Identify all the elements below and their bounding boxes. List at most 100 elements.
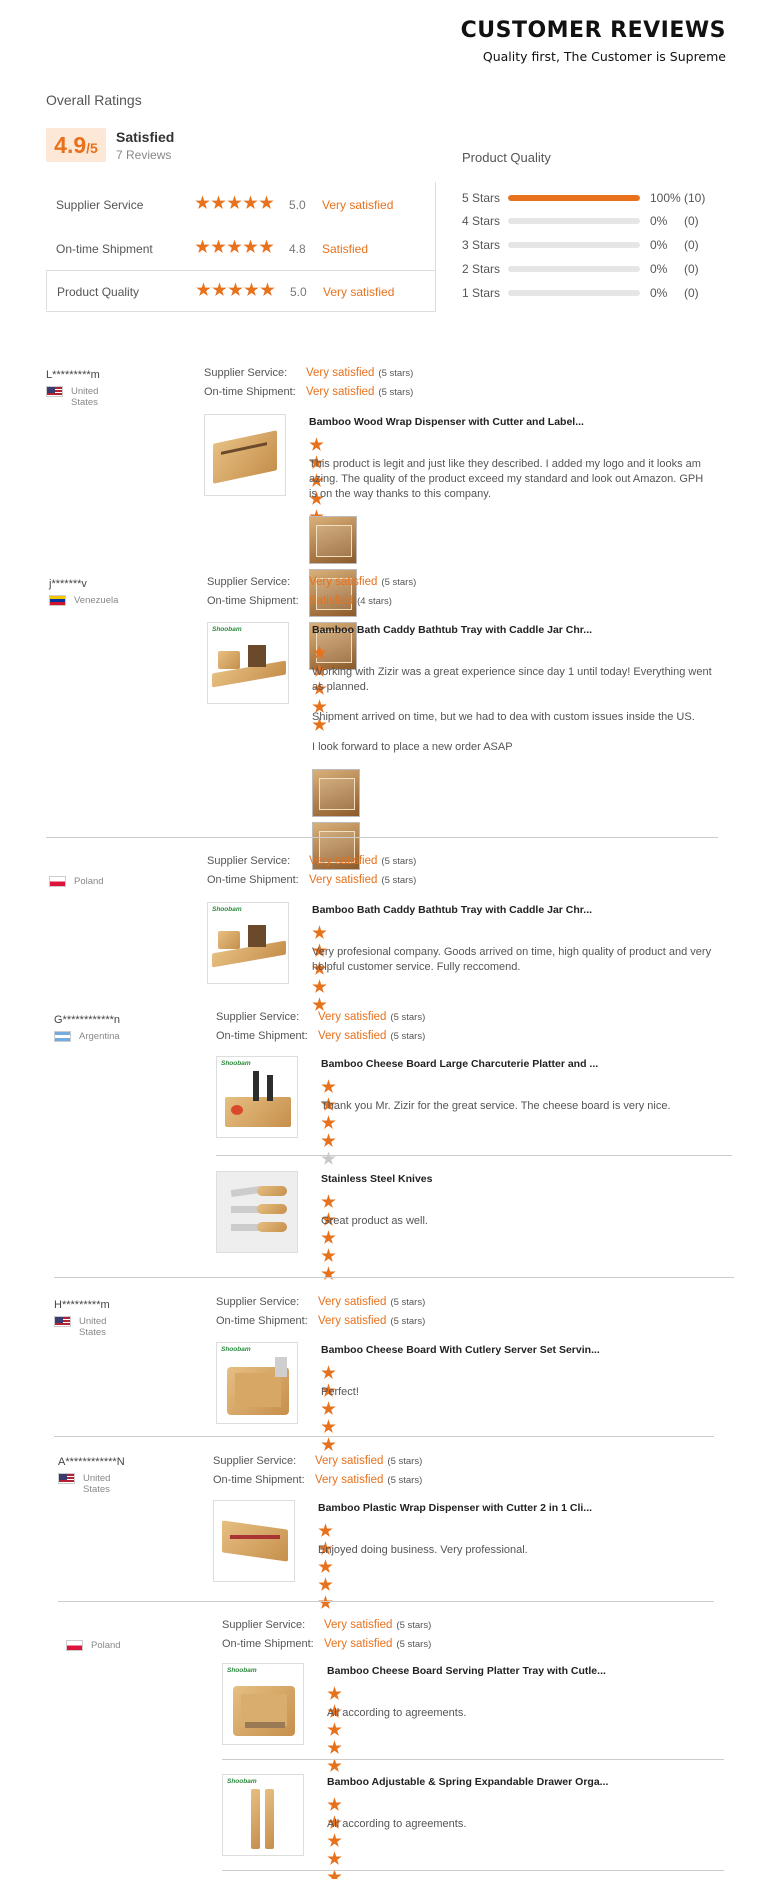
product-thumbnail[interactable] [216, 1171, 298, 1253]
product-title-link[interactable]: Bamboo Wood Wrap Dispenser with Cutter a… [309, 416, 584, 428]
product-rating-stars [321, 1193, 337, 1283]
rating-star-icon [327, 1833, 342, 1847]
rating-star-icon [327, 1686, 342, 1700]
quality-row-count: (0) [684, 214, 699, 228]
review-text-line: This product is legit and just like they… [309, 458, 701, 470]
review-text-line [312, 725, 732, 740]
reviewer-name: A************N [58, 1456, 125, 1468]
quality-row: 1 Stars 0% (0) [462, 284, 722, 302]
rating-star-icon [327, 1851, 342, 1865]
product-thumbnail[interactable]: Shoobam [207, 902, 289, 984]
country-flag-icon [58, 1473, 75, 1484]
rating-star-icon [321, 1365, 336, 1379]
overall-score-badge: 4.9/5 [46, 128, 106, 162]
review-text-line: Great product as well. [321, 1215, 428, 1227]
product-title-link[interactable]: Bamboo Adjustable & Spring Expandable Dr… [327, 1776, 608, 1788]
product-thumbnail[interactable]: Shoobam [216, 1056, 298, 1138]
review-text: Very profesional company. Goods arrived … [312, 945, 732, 975]
review-text-line: All according to agreements. [327, 1818, 467, 1830]
country-flag-icon [66, 1640, 83, 1651]
reviewer-name: L*********m [46, 369, 100, 381]
rating-star-icon [321, 1151, 336, 1165]
quality-row-percent: 0% [650, 214, 668, 228]
review-text-line: azing. The quality of the product exceed… [309, 473, 704, 485]
rating-stars [195, 195, 275, 210]
ontime-shipment-rating: On-time Shipment: Satisfied (4 stars) [207, 595, 392, 607]
quality-progress-bar [508, 290, 640, 296]
brand-logo: Shoobam [212, 906, 242, 913]
product-title-link[interactable]: Bamboo Cheese Board Large Charcuterie Pl… [321, 1058, 598, 1070]
rating-star-icon [312, 645, 327, 659]
quality-row-count: (10) [684, 191, 706, 205]
rating-star-icon [327, 1722, 342, 1736]
rating-star-icon [321, 1401, 336, 1415]
review-text: Enjoyed doing business. Very professiona… [318, 1543, 732, 1558]
rating-star-icon [312, 979, 327, 993]
reviewer-name: G************n [54, 1014, 121, 1026]
item-divider [216, 1155, 732, 1156]
rating-star-icon [312, 925, 327, 939]
product-thumbnail[interactable]: Shoobam [222, 1663, 304, 1745]
brand-logo: Shoobam [221, 1060, 251, 1067]
product-thumbnail[interactable]: Shoobam [222, 1774, 304, 1856]
product-thumbnail[interactable]: Shoobam [207, 622, 289, 704]
rating-star-icon [327, 1758, 342, 1772]
rating-star-icon [327, 1797, 342, 1811]
ratings-breakdown: Supplier Service 5.0 Very satisfied On-t… [46, 182, 436, 312]
review-count: 7 Reviews [116, 148, 172, 162]
quality-row-label: 3 Stars [462, 238, 501, 252]
rating-row-ontime-shipment: On-time Shipment 4.8 Satisfied [46, 228, 436, 268]
reviewer-country: United States [71, 386, 99, 408]
product-title-link[interactable]: Bamboo Bath Caddy Bathtub Tray with Cadd… [312, 624, 592, 636]
rating-star-icon [318, 1595, 333, 1609]
product-title-link[interactable]: Bamboo Plastic Wrap Dispenser with Cutte… [318, 1502, 592, 1514]
reviewer-name: j*******v [49, 578, 87, 590]
rating-star-icon [321, 1133, 336, 1147]
review-text: All according to agreements. [327, 1706, 732, 1721]
product-thumbnail[interactable] [204, 414, 286, 496]
product-thumbnail[interactable] [213, 1500, 295, 1582]
review-text-line: Shipment arrived on time, but we had to … [312, 711, 695, 723]
review-text: This product is legit and just like they… [309, 457, 732, 502]
quality-row-count: (0) [684, 286, 699, 300]
ontime-shipment-rating: On-time Shipment: Very satisfied (5 stars) [207, 874, 417, 886]
supplier-service-rating: Supplier Service: Very satisfied (5 stars) [207, 855, 417, 867]
ontime-shipment-rating: On-time Shipment: Very satisfied (5 stars) [216, 1315, 426, 1327]
supplier-service-rating: Supplier Service: Very satisfied (5 stars) [222, 1619, 432, 1631]
review-photo[interactable] [312, 769, 360, 817]
rating-star-icon [321, 1248, 336, 1262]
brand-logo: Shoobam [221, 1346, 251, 1353]
review-text-line: Enjoyed doing business. Very professiona… [318, 1544, 528, 1556]
supplier-service-rating: Supplier Service: Very satisfied (5 stars) [207, 576, 417, 588]
product-rating-stars [318, 1522, 334, 1612]
page-header: CUSTOMER REVIEWS Quality first, The Cust… [461, 18, 726, 64]
review-text-line: Very profesional company. Goods arrived … [312, 946, 712, 958]
rating-star-icon [321, 1194, 336, 1208]
ontime-shipment-rating: On-time Shipment: Very satisfied (5 stars) [216, 1030, 426, 1042]
reviewer-country: United States [83, 1473, 111, 1495]
supplier-service-rating: Supplier Service: Very satisfied (5 stars) [216, 1296, 426, 1308]
brand-logo: Shoobam [227, 1778, 257, 1785]
quality-progress-fill [508, 195, 640, 201]
reviewer-country: Argentina [79, 1031, 120, 1042]
product-title-link[interactable]: Bamboo Bath Caddy Bathtub Tray with Cadd… [312, 904, 592, 916]
country-flag-icon [54, 1316, 71, 1327]
review-divider [46, 837, 718, 838]
ontime-shipment-rating: On-time Shipment: Very satisfied (5 stars) [222, 1638, 432, 1650]
quality-row-label: 2 Stars [462, 262, 501, 276]
reviewer-name: H*********m [54, 1299, 110, 1311]
review-divider [222, 1870, 724, 1871]
review-text-line: All according to agreements. [327, 1707, 467, 1719]
product-thumbnail[interactable]: Shoobam [216, 1342, 298, 1424]
review-text: Great product as well. [321, 1214, 732, 1229]
rating-star-icon [327, 1740, 342, 1754]
product-rating-stars [327, 1685, 343, 1775]
review-photo[interactable] [309, 516, 357, 564]
rating-row-product-quality[interactable]: Product Quality 5.0 Very satisfied [46, 270, 436, 310]
review-text-line: Perfect! [321, 1386, 359, 1398]
product-title-link[interactable]: Stainless Steel Knives [321, 1173, 432, 1185]
product-title-link[interactable]: Bamboo Cheese Board Serving Platter Tray… [327, 1665, 606, 1677]
review-text: Thank you Mr. Zizir for the great servic… [321, 1099, 732, 1114]
product-title-link[interactable]: Bamboo Cheese Board With Cutlery Server … [321, 1344, 600, 1356]
supplier-service-rating: Supplier Service: Very satisfied (5 stars) [213, 1455, 423, 1467]
